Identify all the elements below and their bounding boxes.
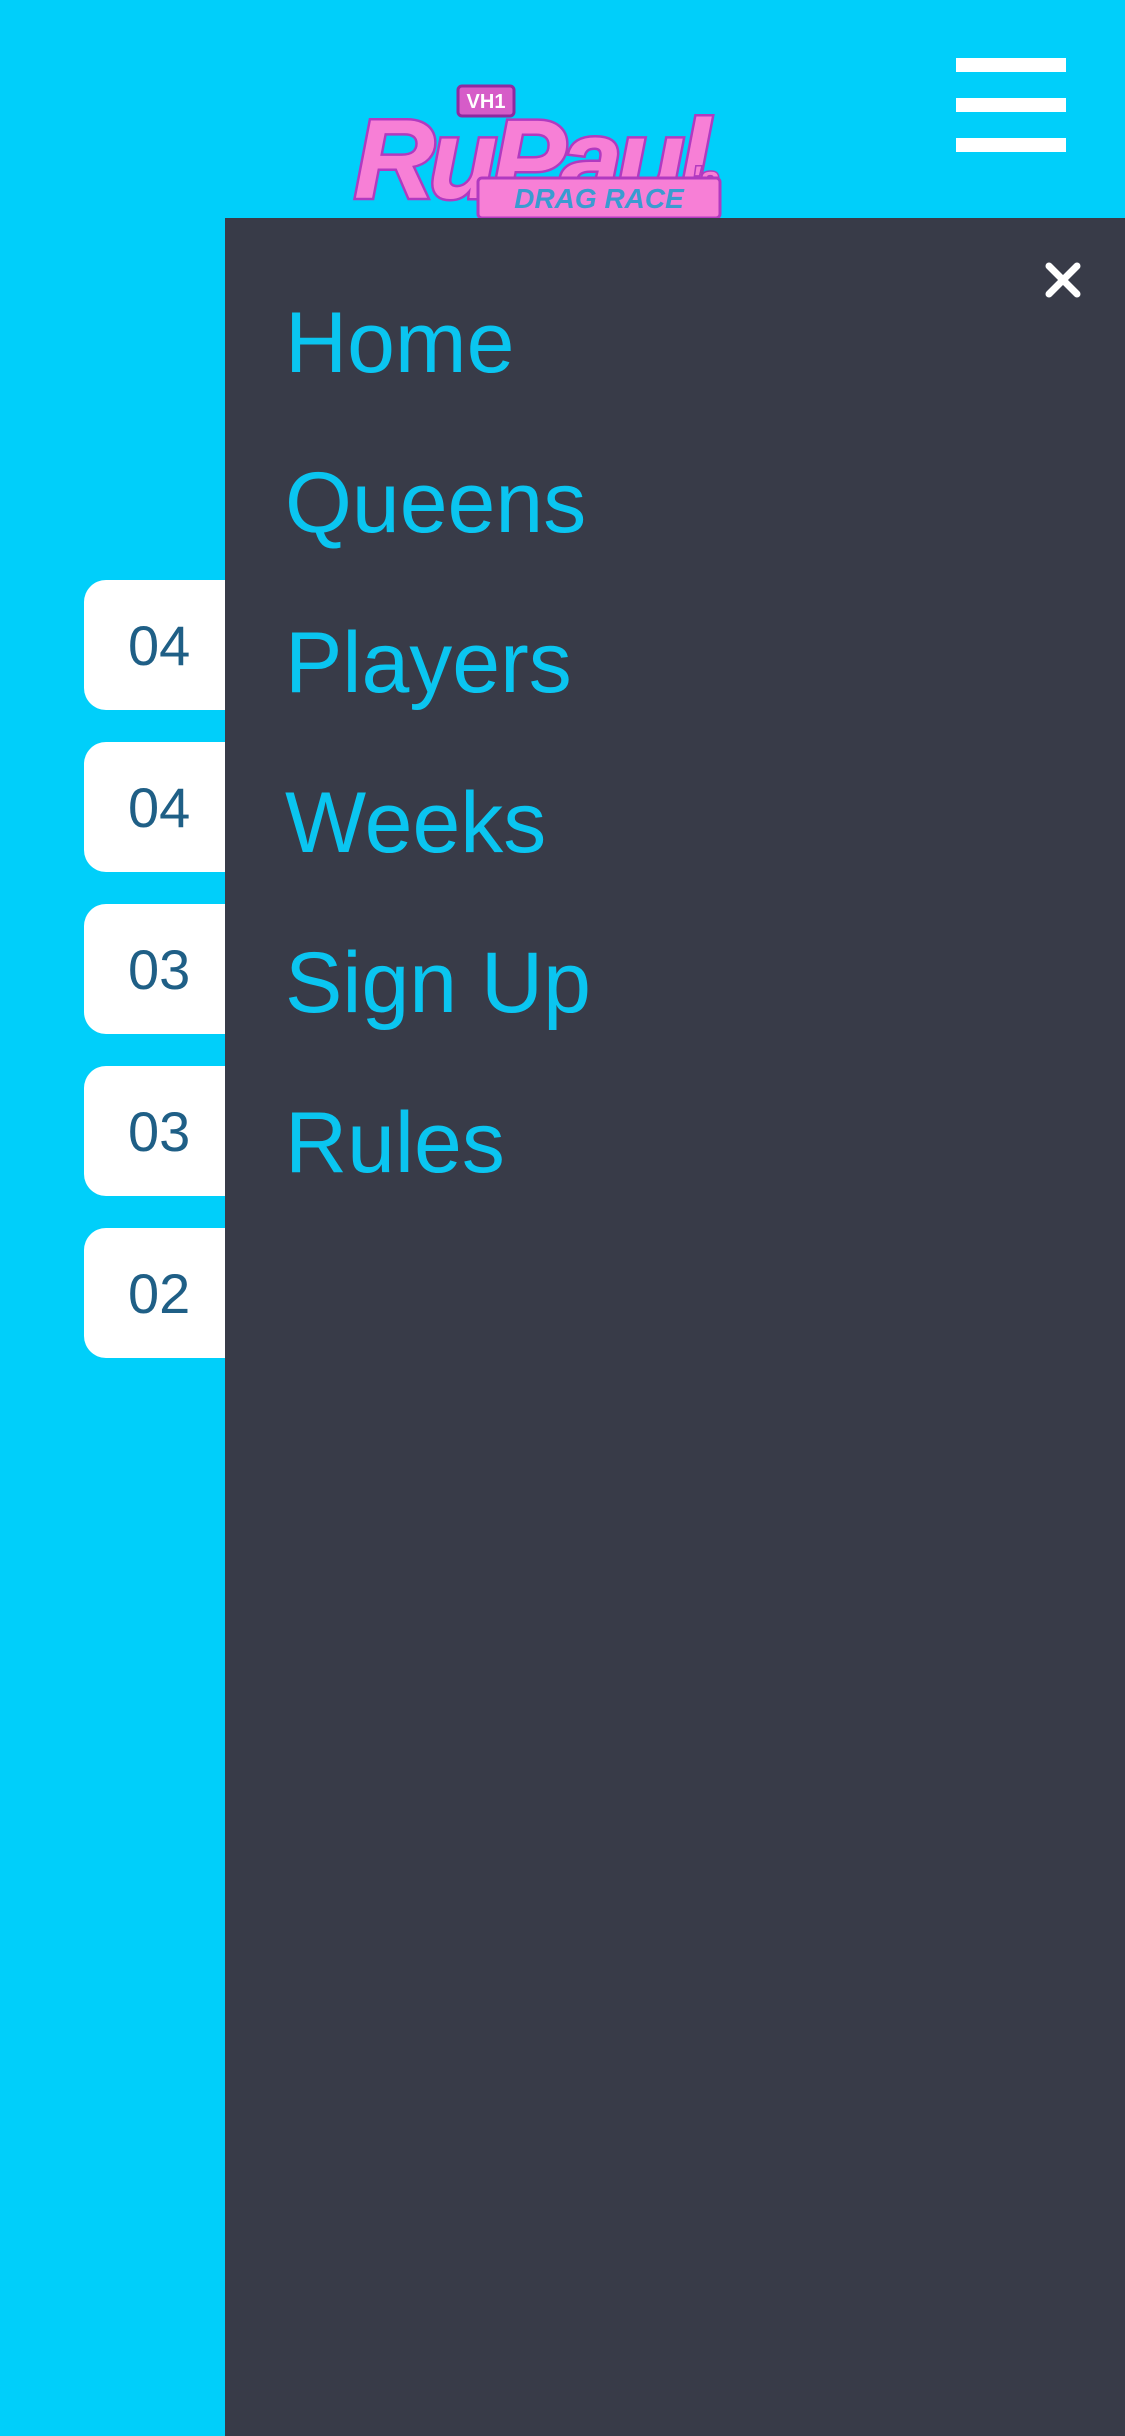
nav-item-sign-up[interactable]: Sign Up: [285, 918, 591, 1078]
close-icon[interactable]: [1039, 256, 1087, 304]
nav-item-queens[interactable]: Queens: [285, 438, 591, 598]
score-value: 02: [128, 1261, 191, 1325]
hamburger-menu-icon[interactable]: [956, 58, 1066, 152]
score-value: 03: [128, 937, 191, 1001]
nav-item-rules[interactable]: Rules: [285, 1078, 591, 1238]
drawer-nav: Home Queens Players Weeks Sign Up Rules: [285, 278, 591, 1238]
rupauls-drag-race-logo[interactable]: VH1 RuPaul 's DRAG RACE: [340, 70, 790, 230]
hamburger-bar: [956, 98, 1066, 112]
nav-item-home[interactable]: Home: [285, 278, 591, 438]
app-header: VH1 RuPaul 's DRAG RACE: [0, 0, 1125, 225]
score-value: 04: [128, 775, 191, 839]
score-value: 03: [128, 1099, 191, 1163]
hamburger-bar: [956, 58, 1066, 72]
navigation-drawer: Home Queens Players Weeks Sign Up Rules: [225, 218, 1125, 2436]
nav-item-players[interactable]: Players: [285, 598, 591, 758]
hamburger-bar: [956, 138, 1066, 152]
nav-item-weeks[interactable]: Weeks: [285, 758, 591, 918]
score-value: 04: [128, 613, 191, 677]
svg-text:DRAG RACE: DRAG RACE: [514, 183, 685, 214]
